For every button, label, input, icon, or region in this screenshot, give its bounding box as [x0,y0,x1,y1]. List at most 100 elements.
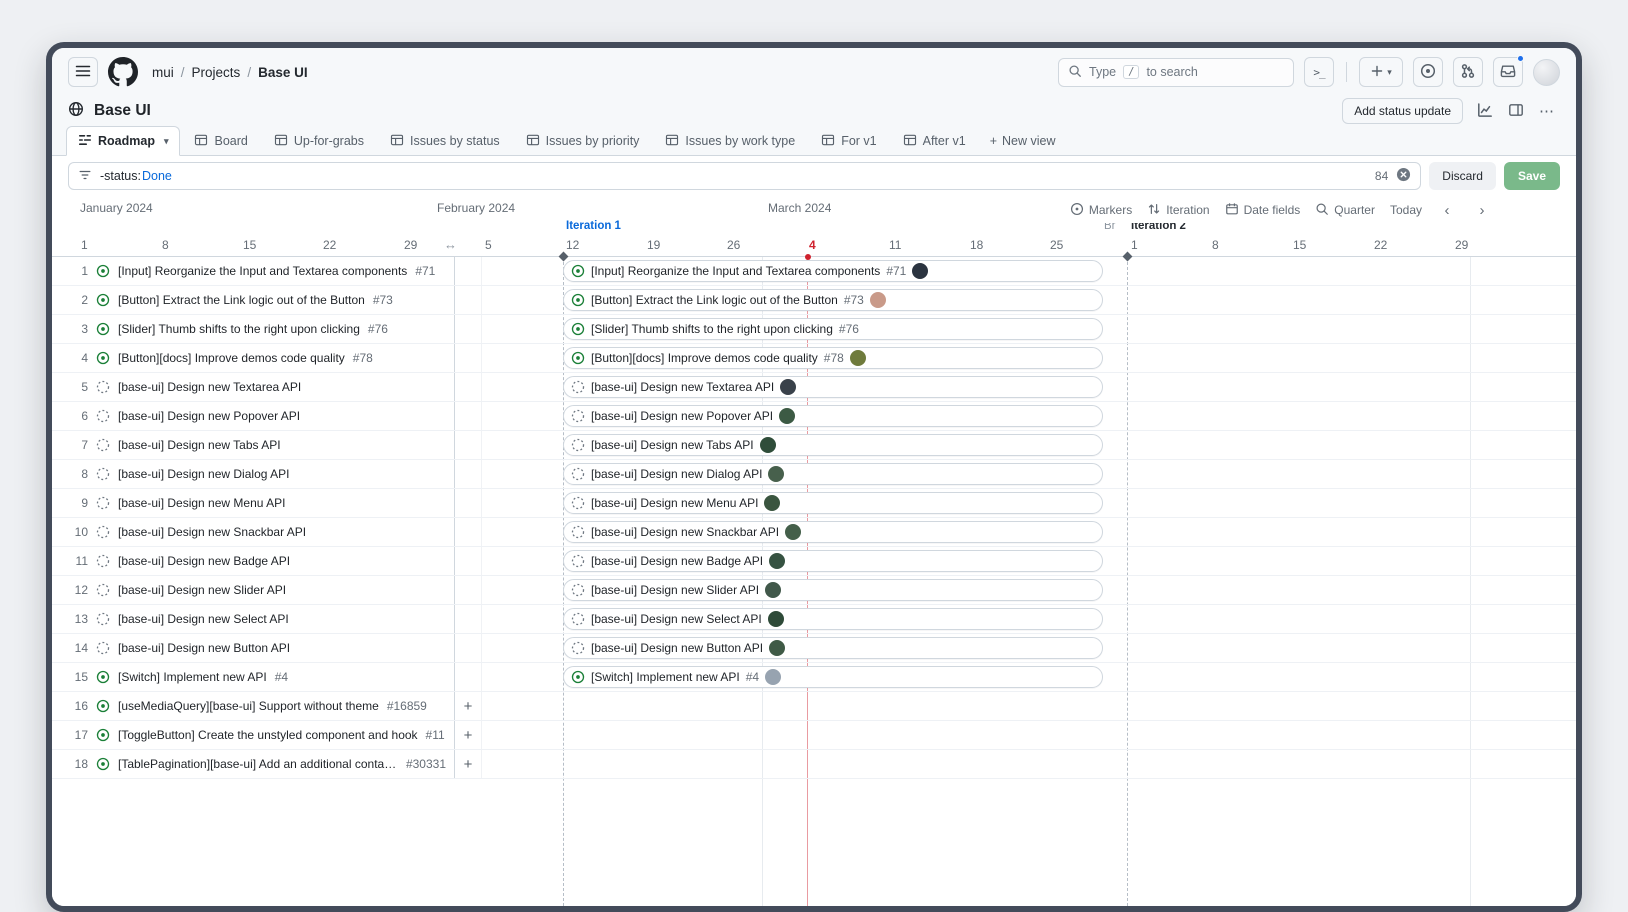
timeline-pill[interactable]: [base-ui] Design new Badge API [563,550,1103,572]
row-number: 11 [66,554,88,568]
row-item[interactable]: 14[base-ui] Design new Button API [52,634,455,662]
add-date-button[interactable]: + [464,699,473,714]
pill-title: [base-ui] Design new Textarea API [591,380,774,394]
week-label: 12 [566,238,579,252]
row-item[interactable]: 16[useMediaQuery][base-ui] Support witho… [52,692,455,720]
timeline-pill[interactable]: [base-ui] Design new Slider API [563,579,1103,601]
row-item[interactable]: 15[Switch] Implement new API#4 [52,663,455,691]
timeline-pill[interactable]: [base-ui] Design new Tabs API [563,434,1103,456]
tab-roadmap[interactable]: Roadmap▾ [66,126,180,156]
project-header-icons: ⋯ [1471,98,1560,124]
row-number: 7 [66,438,88,452]
scroll-left-button[interactable]: ‹ [1437,202,1457,219]
timeline-pill[interactable]: [Input] Reorganize the Input and Textare… [563,260,1103,282]
row-item[interactable]: 6[base-ui] Design new Popover API [52,402,455,430]
roadmap-row: 11[base-ui] Design new Badge API [base-ui… [52,547,1576,576]
tab-issues-by-status[interactable]: Issues by status [378,126,512,156]
table-icon [526,133,540,150]
row-item[interactable]: 12[base-ui] Design new Slider API [52,576,455,604]
search-input[interactable]: Type / to search [1058,58,1294,87]
tab-up-for-grabs[interactable]: Up-for-grabs [262,126,376,156]
github-logo-icon[interactable] [108,56,140,88]
save-button[interactable]: Save [1504,162,1560,190]
plus-icon [1370,64,1384,81]
pull-requests-button[interactable] [1453,57,1483,87]
target-icon [1070,202,1084,219]
row-item[interactable]: 3[Slider] Thumb shifts to the right upon… [52,315,455,343]
timeline-pill[interactable]: [Button] Extract the Link logic out of t… [563,289,1103,311]
side-panel-button[interactable] [1502,98,1529,124]
row-item[interactable]: 2[Button] Extract the Link logic out of … [52,286,455,314]
timeline-pill[interactable]: [base-ui] Design new Dialog API [563,463,1103,485]
hamburger-menu-button[interactable] [68,57,98,87]
create-new-button[interactable]: ▾ [1359,57,1403,87]
add-date-button[interactable]: + [464,728,473,743]
timeline-track: [base-ui] Design new Snackbar API [482,518,1576,546]
timeline-pill[interactable]: [base-ui] Design new Popover API [563,405,1103,427]
row-item[interactable]: 11[base-ui] Design new Badge API [52,547,455,575]
timeline-pill[interactable]: [Button][docs] Improve demos code qualit… [563,347,1103,369]
add-status-update-button[interactable]: Add status update [1342,98,1463,124]
discard-button[interactable]: Discard [1429,162,1496,190]
row-number: 1 [66,264,88,278]
row-item[interactable]: 5[base-ui] Design new Textarea API [52,373,455,401]
iteration-button[interactable]: Iteration [1147,202,1209,219]
timeline-pill[interactable]: [base-ui] Design new Button API [563,637,1103,659]
row-item[interactable]: 10[base-ui] Design new Snackbar API [52,518,455,546]
insights-button[interactable] [1471,98,1498,124]
issue-title: [Slider] Thumb shifts to the right upon … [118,322,360,336]
row-item[interactable]: 13[base-ui] Design new Select API [52,605,455,633]
scroll-right-button[interactable]: › [1472,202,1492,219]
breadcrumb-org[interactable]: mui [152,65,174,80]
timeline-pill[interactable]: [base-ui] Design new Select API [563,608,1103,630]
assignee-avatar [764,495,780,511]
timeline-pill[interactable]: [base-ui] Design new Textarea API [563,376,1103,398]
add-date-button[interactable]: + [464,757,473,772]
issues-button[interactable] [1413,57,1443,87]
markers-button[interactable]: Markers [1070,202,1132,219]
chevron-right-icon: › [1480,202,1485,219]
timeline-pill[interactable]: [Slider] Thumb shifts to the right upon … [563,318,1103,340]
timeline-pill[interactable]: [Switch] Implement new API#4 [563,666,1103,688]
date-fields-button[interactable]: Date fields [1225,202,1301,219]
row-item[interactable]: 7[base-ui] Design new Tabs API [52,431,455,459]
tab-issues-by-work-type[interactable]: Issues by work type [653,126,807,156]
row-item[interactable]: 1[Input] Reorganize the Input and Textar… [52,257,455,285]
tab-after-v1[interactable]: After v1 [891,126,978,156]
row-item[interactable]: 8[base-ui] Design new Dialog API [52,460,455,488]
command-palette-button[interactable]: >_ [1304,57,1334,87]
timeline-track: [Input] Reorganize the Input and Textare… [482,257,1576,285]
timeline-pill[interactable]: [base-ui] Design new Menu API [563,492,1103,514]
user-avatar[interactable] [1533,59,1560,86]
row-item[interactable]: 17[ToggleButton] Create the unstyled com… [52,721,455,749]
row-item[interactable]: 18[TablePagination][base-ui] Add an addi… [52,750,455,778]
timeline-pill[interactable]: [base-ui] Design new Snackbar API [563,521,1103,543]
today-button[interactable]: Today [1390,203,1422,217]
new-view-button[interactable]: +New view [980,126,1066,155]
project-options-button[interactable]: ⋯ [1533,98,1560,124]
tab-board[interactable]: Board [182,126,259,156]
draft-issue-icon [571,612,585,626]
row-item[interactable]: 4[Button][docs] Improve demos code quali… [52,344,455,372]
draft-issue-icon [96,409,110,423]
table-icon [274,133,288,150]
assignee-avatar [769,640,785,656]
tab-for-v1[interactable]: For v1 [809,126,888,156]
column-resize-handle[interactable]: ↔ [444,237,457,252]
draft-issue-icon [571,380,585,394]
breadcrumb-projects[interactable]: Projects [192,65,241,80]
roadmap-row: 17[ToggleButton] Create the unstyled com… [52,721,1576,750]
search-icon [1068,64,1082,81]
filter-input[interactable]: -status:Done 84 [68,162,1421,190]
clear-filter-button[interactable] [1396,167,1411,185]
draft-issue-icon [96,380,110,394]
caret-down-icon: ▾ [164,136,169,147]
row-gutter [455,576,482,604]
week-label: 11 [889,238,901,252]
issue-id: #4 [275,670,288,684]
quarter-zoom-button[interactable]: Quarter [1315,202,1375,219]
tab-issues-by-priority[interactable]: Issues by priority [514,126,652,156]
row-item[interactable]: 9[base-ui] Design new Menu API [52,489,455,517]
timeline-track: [base-ui] Design new Slider API [482,576,1576,604]
plus-icon: + [990,134,997,148]
